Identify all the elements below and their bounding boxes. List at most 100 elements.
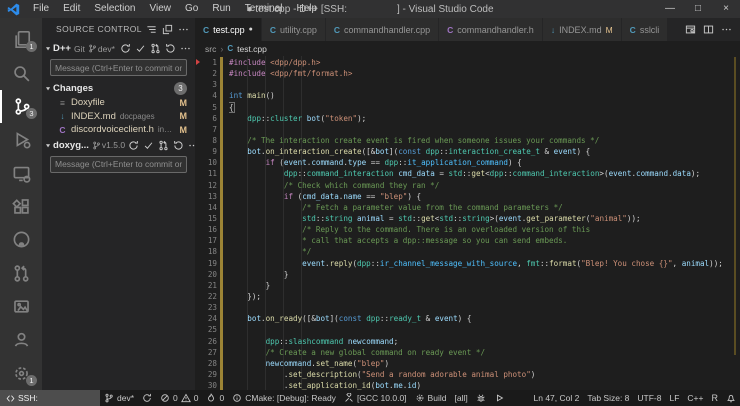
line-number[interactable]: 9 <box>195 146 217 157</box>
pull-request-icon[interactable] <box>158 140 169 151</box>
line-number[interactable]: 8 <box>195 135 217 146</box>
tab-commandhandler.h[interactable]: Ccommandhandler.h <box>439 18 543 41</box>
refresh-icon[interactable] <box>173 140 184 151</box>
code-line-16[interactable]: /* Reply to the command. There is an ove… <box>229 224 733 235</box>
code-line-22[interactable]: }); <box>229 291 733 302</box>
scm-file-discordvoiceclient.h[interactable]: Cdiscordvoiceclient.hinclude/d...M <box>42 123 195 137</box>
code-content[interactable]: #include <dpp/dpp.h>#include <dpp/fmt/fo… <box>229 56 733 390</box>
code-line-25[interactable] <box>229 324 733 335</box>
line-number[interactable]: 3 <box>195 79 217 90</box>
line-number[interactable]: 17 <box>195 235 217 246</box>
code-line-20[interactable]: } <box>229 269 733 280</box>
eol-status[interactable]: LF <box>666 393 684 403</box>
dirty-indicator-icon[interactable]: ● <box>249 26 253 33</box>
indentation-status[interactable]: Tab Size: 8 <box>583 393 633 403</box>
line-number[interactable]: 12 <box>195 180 217 191</box>
tab-test.cpp[interactable]: Ctest.cpp● <box>195 18 262 41</box>
activity-screenshots[interactable] <box>0 290 42 323</box>
code-line-13[interactable]: if (cmd_data.name == "blep") { <box>229 191 733 202</box>
repo-header-dpp[interactable]: ▾ D++ Git dev* <box>42 40 195 57</box>
maximize-button[interactable]: □ <box>684 0 712 18</box>
line-number[interactable]: 29 <box>195 369 217 380</box>
activity-search[interactable] <box>0 56 42 89</box>
line-number[interactable]: 23 <box>195 302 217 313</box>
activity-extensions[interactable] <box>0 190 42 223</box>
code-line-27[interactable]: /* Create a new global command on ready … <box>229 347 733 358</box>
breadcrumb-file[interactable]: test.cpp <box>237 44 267 54</box>
code-line-26[interactable]: dpp::slashcommand newcommand; <box>229 336 733 347</box>
code-editor[interactable]: 1234567891011121314151617181920212223242… <box>195 56 740 390</box>
line-number[interactable]: 6 <box>195 113 217 124</box>
code-line-6[interactable]: dpp::cluster bot("token"); <box>229 113 733 124</box>
code-line-4[interactable]: int main() <box>229 90 733 101</box>
line-number[interactable]: 25 <box>195 324 217 335</box>
line-number[interactable]: 28 <box>195 358 217 369</box>
open-preview-icon[interactable] <box>685 24 696 35</box>
code-line-12[interactable]: /* Check which command they ran */ <box>229 180 733 191</box>
remote-indicator[interactable]: SSH: <box>0 390 100 406</box>
line-number[interactable]: 19 <box>195 258 217 269</box>
breadcrumb-folder[interactable]: src <box>205 44 216 54</box>
cmake-kit[interactable]: [GCC 10.0.0] <box>340 393 411 403</box>
menu-file[interactable]: File <box>26 0 56 18</box>
tab-sslcli[interactable]: Csslcli <box>622 18 668 41</box>
pull-request-icon[interactable] <box>150 43 161 54</box>
tab-INDEX.md[interactable]: ↓INDEX.mdM <box>543 18 622 41</box>
line-number[interactable]: 27 <box>195 347 217 358</box>
activity-remote-explorer[interactable] <box>0 156 42 189</box>
cursor-position[interactable]: Ln 47, Col 2 <box>530 393 584 403</box>
activity-run-debug[interactable] <box>0 123 42 156</box>
line-number[interactable]: 15 <box>195 213 217 224</box>
menu-edit[interactable]: Edit <box>56 0 87 18</box>
code-line-14[interactable]: /* Fetch a parameter value from the comm… <box>229 202 733 213</box>
line-number[interactable]: 10 <box>195 157 217 168</box>
code-line-15[interactable]: std::string animal = std::get<std::strin… <box>229 213 733 224</box>
encoding-status[interactable]: UTF-8 <box>633 393 665 403</box>
line-number[interactable]: 13 <box>195 191 217 202</box>
menu-go[interactable]: Go <box>178 0 205 18</box>
changes-section-header[interactable]: ▾ Changes 3 <box>42 80 195 96</box>
code-line-18[interactable]: */ <box>229 246 733 257</box>
overview-ruler[interactable] <box>733 56 740 390</box>
menu-selection[interactable]: Selection <box>87 0 142 18</box>
branch-status[interactable]: dev* <box>100 393 138 403</box>
activity-settings[interactable]: 1 <box>0 357 42 390</box>
scm-file-INDEX.md[interactable]: ↓INDEX.mddocpagesM <box>42 110 195 124</box>
code-line-28[interactable]: newcommand.set_name("blep") <box>229 358 733 369</box>
code-line-21[interactable]: } <box>229 280 733 291</box>
split-editor-icon[interactable] <box>703 24 714 35</box>
debug-button[interactable] <box>472 393 490 403</box>
code-line-9[interactable]: bot.on_interaction_create([&bot](const d… <box>229 146 733 157</box>
menu-run[interactable]: Run <box>205 0 237 18</box>
code-line-19[interactable]: event.reply(dpp::ir_channel_message_with… <box>229 258 733 269</box>
line-number-gutter[interactable]: 1234567891011121314151617181920212223242… <box>195 56 217 390</box>
line-number[interactable]: 11 <box>195 168 217 179</box>
code-line-1[interactable]: #include <dpp/dpp.h> <box>229 57 733 68</box>
activity-account[interactable] <box>0 323 42 356</box>
sync-status[interactable] <box>138 393 156 403</box>
commit-message-input-2[interactable] <box>50 156 187 173</box>
r-extension-status[interactable]: R <box>708 393 723 403</box>
more-actions-icon[interactable] <box>178 24 189 35</box>
breadcrumb[interactable]: src › C test.cpp <box>195 41 740 56</box>
scm-file-Doxyfile[interactable]: ≡DoxyfileM <box>42 96 195 110</box>
commit-icon[interactable] <box>143 140 154 151</box>
line-number[interactable]: 24 <box>195 313 217 324</box>
more-actions-icon[interactable] <box>180 43 191 54</box>
more-actions-icon[interactable] <box>188 140 195 151</box>
line-number[interactable]: 30 <box>195 380 217 390</box>
code-line-30[interactable]: .set_application_id(bot.me.id) <box>229 380 733 390</box>
code-line-10[interactable]: if (event.command.type == dpp::it_applic… <box>229 157 733 168</box>
line-number[interactable]: 21 <box>195 280 217 291</box>
commit-icon[interactable] <box>135 43 146 54</box>
tab-commandhandler.cpp[interactable]: Ccommandhandler.cpp <box>326 18 439 41</box>
line-number[interactable]: 7 <box>195 124 217 135</box>
commit-message-input[interactable] <box>50 59 187 76</box>
code-line-17[interactable]: * call that accepts a dpp::message so yo… <box>229 235 733 246</box>
activity-github[interactable] <box>0 223 42 256</box>
view-as-tree-icon[interactable] <box>146 24 157 35</box>
intellisense-status[interactable]: 0 <box>202 393 228 403</box>
code-line-24[interactable]: bot.on_ready([&bot](const dpp::ready_t &… <box>229 313 733 324</box>
sync-icon[interactable] <box>120 43 131 54</box>
code-line-11[interactable]: dpp::command_interaction cmd_data = std:… <box>229 168 733 179</box>
